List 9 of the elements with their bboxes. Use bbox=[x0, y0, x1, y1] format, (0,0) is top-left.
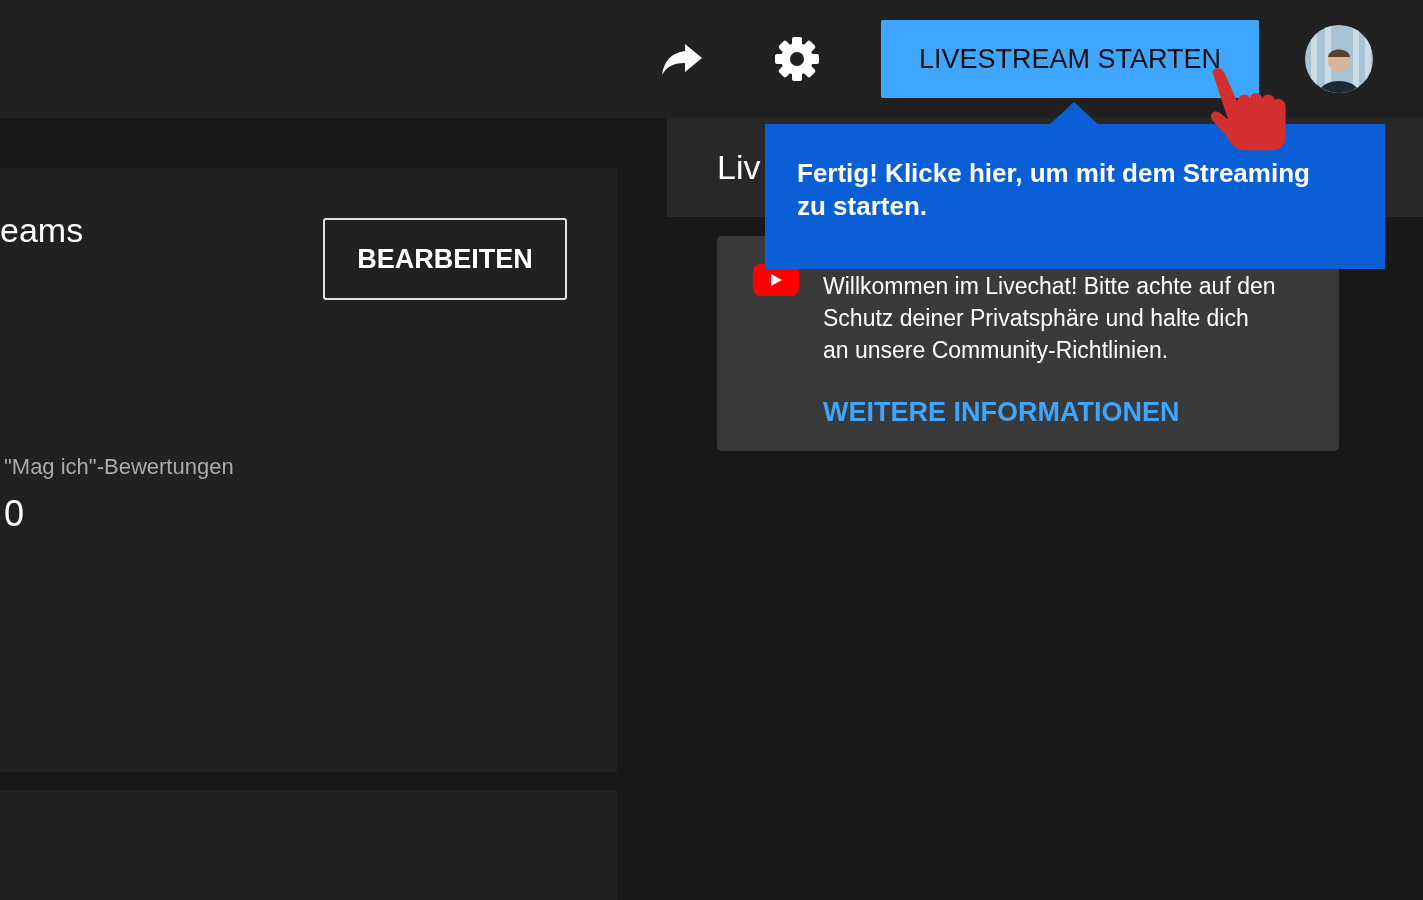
chat-message: Willkommen im Livechat! Bitte achte auf den Schutz deiner Privatsphäre und halte dich an unsere Community-Richtlinien. bbox=[823, 272, 1277, 365]
more-info-link[interactable]: WEITERE INFORMATIONEN bbox=[823, 392, 1180, 433]
livestream-start-button[interactable]: LIVESTREAM STARTEN bbox=[881, 20, 1259, 98]
hand-cursor-icon bbox=[1208, 66, 1288, 152]
stat-label: "Mag ich"-Bewertungen bbox=[3, 453, 235, 481]
edit-button[interactable]: BEARBEITEN bbox=[323, 218, 567, 300]
share-icon[interactable] bbox=[661, 42, 703, 76]
stat-value: 0 bbox=[3, 492, 26, 536]
panel-title: eams bbox=[0, 213, 84, 247]
